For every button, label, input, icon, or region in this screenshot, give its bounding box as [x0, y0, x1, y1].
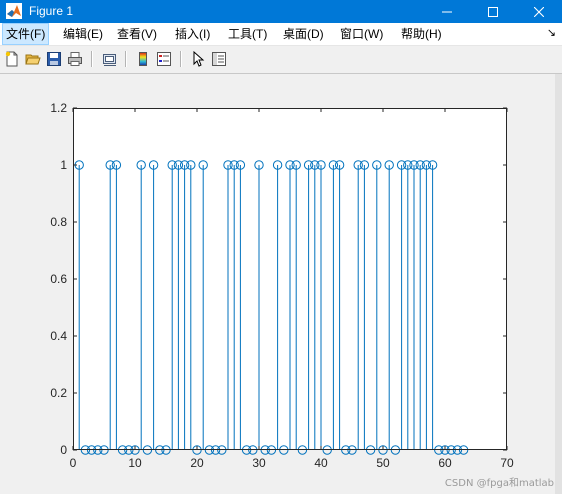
open-file-button[interactable]: [24, 50, 42, 68]
legend-button[interactable]: [155, 50, 173, 68]
toolbar-separator: [125, 51, 127, 67]
menu-bar: 文件(F) 编辑(E) 查看(V) 插入(I) 工具(T) 桌面(D) 窗口(W…: [0, 23, 562, 46]
menu-view[interactable]: 查看(V): [114, 23, 160, 45]
open-file-icon: [25, 54, 41, 65]
minimize-button[interactable]: [424, 0, 470, 23]
print-icon: [68, 52, 82, 66]
menu-file[interactable]: 文件(F): [2, 23, 50, 45]
save-icon: [47, 52, 61, 66]
window-titlebar: Figure 1: [0, 0, 562, 23]
x-tick-label: 20: [190, 456, 204, 470]
x-tick-label: 60: [438, 456, 452, 470]
menu-help[interactable]: 帮助(H): [398, 23, 445, 45]
close-button[interactable]: [516, 0, 562, 23]
x-tick-label: 0: [70, 456, 77, 470]
maximize-icon: [488, 6, 498, 17]
window-right-edge: [555, 74, 562, 494]
new-figure-button[interactable]: [3, 50, 21, 68]
x-tick-label: 10: [128, 456, 142, 470]
property-inspector-button[interactable]: [210, 50, 228, 68]
colorbar-icon: [139, 52, 147, 66]
toolbar-separator: [91, 51, 93, 67]
y-tick-label: 1.2: [50, 101, 67, 115]
close-icon: [534, 6, 544, 17]
menu-desktop[interactable]: 桌面(D): [280, 23, 327, 45]
print-button[interactable]: [66, 50, 84, 68]
save-button[interactable]: [45, 50, 63, 68]
y-tick-label: 0.2: [50, 386, 67, 400]
new-figure-icon: [5, 51, 18, 67]
pointer-icon: [193, 51, 205, 67]
colorbar-button[interactable]: [134, 50, 152, 68]
menu-window[interactable]: 窗口(W): [337, 23, 386, 45]
x-tick-label: 40: [314, 456, 328, 470]
y-tick-label: 0.8: [50, 215, 67, 229]
x-tick-label: 30: [252, 456, 266, 470]
property-inspector-icon: [212, 52, 226, 66]
link-plot-icon: [103, 54, 116, 66]
y-tick-label: 1: [60, 158, 67, 172]
menu-insert[interactable]: 插入(I): [172, 23, 213, 45]
maximize-button[interactable]: [470, 0, 516, 23]
figure-toolbar: [0, 46, 562, 74]
minimize-icon: [442, 11, 452, 12]
x-tick-label: 50: [376, 456, 390, 470]
pointer-button[interactable]: [189, 50, 207, 68]
legend-icon: [157, 52, 171, 66]
y-tick-label: 0.6: [50, 272, 67, 286]
x-tick-label: 70: [500, 456, 514, 470]
stem-plot[interactable]: 0 10 20 30 40 50 60 70 0 0.2 0.4 0.6 0.8 1 1.2: [0, 74, 555, 494]
menu-tools[interactable]: 工具(T): [225, 23, 270, 45]
y-tick-label: 0.4: [50, 329, 67, 343]
matlab-logo-icon: [6, 3, 22, 19]
window-title: Figure 1: [29, 4, 74, 18]
menu-overflow-icon[interactable]: ↘: [547, 28, 556, 39]
menu-edit[interactable]: 编辑(E): [60, 23, 106, 45]
y-tick-label: 0: [60, 443, 67, 457]
link-plot-button[interactable]: [101, 50, 119, 68]
watermark: CSDN @fpga和matlab: [444, 478, 554, 489]
toolbar-separator: [180, 51, 182, 67]
